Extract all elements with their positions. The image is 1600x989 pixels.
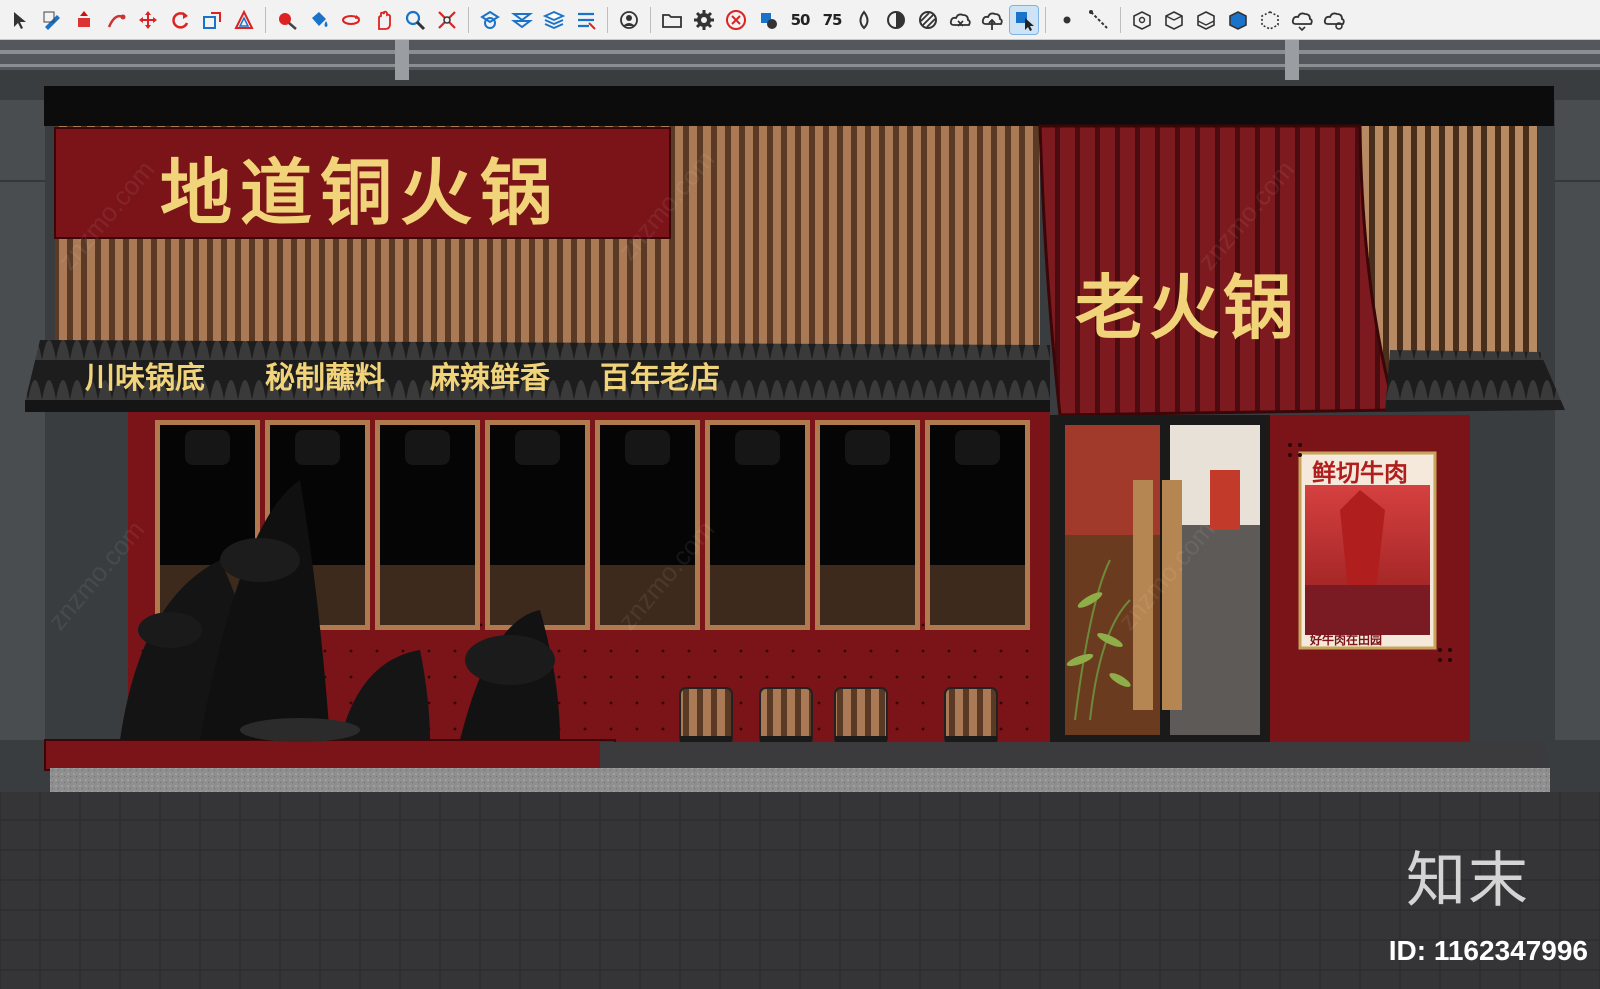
toolbar-separator xyxy=(1045,6,1046,33)
viewport-3d[interactable]: 地道铜火锅 老火锅 川味锅底 秘制蘸料 麻辣鲜香 百年老店 鲜切牛肉 好牛肉在田… xyxy=(0,40,1600,989)
user-dropdown-icon[interactable] xyxy=(615,6,643,34)
cloud-upload-icon[interactable] xyxy=(978,6,1006,34)
contrast-icon[interactable] xyxy=(882,6,910,34)
right-roof-eave xyxy=(1385,350,1565,412)
layer-icon[interactable] xyxy=(476,6,504,34)
offset-icon[interactable] xyxy=(230,6,258,34)
view-back-icon[interactable] xyxy=(1256,6,1284,34)
toolbar-separator xyxy=(468,6,469,33)
zoom-50-label: 50 xyxy=(790,10,811,29)
toolbar-separator xyxy=(607,6,608,33)
toolbar: 50 75 xyxy=(0,0,1600,40)
hatch-icon[interactable] xyxy=(914,6,942,34)
point-icon[interactable] xyxy=(1053,6,1081,34)
slogan-text: 麻辣鲜香 xyxy=(430,361,550,396)
wooden-barrel-stool xyxy=(944,687,998,745)
folder-icon[interactable] xyxy=(658,6,686,34)
zoom-75-icon[interactable]: 75 xyxy=(818,6,846,34)
toolbar-separator xyxy=(650,6,651,33)
view-top-icon[interactable] xyxy=(1160,6,1188,34)
zoom-50-icon[interactable]: 50 xyxy=(786,6,814,34)
dashed-line-icon[interactable] xyxy=(1085,6,1113,34)
draw-dropdown-icon[interactable] xyxy=(38,6,66,34)
cloud-x-icon[interactable] xyxy=(946,6,974,34)
paver-ground xyxy=(0,792,1600,989)
view-front-icon[interactable] xyxy=(1192,6,1220,34)
poster-title-text: 鲜切牛肉 xyxy=(1312,458,1408,487)
right-wall xyxy=(1555,100,1600,740)
slogan-text: 百年老店 xyxy=(600,361,720,396)
move-icon[interactable] xyxy=(134,6,162,34)
planter-box xyxy=(44,739,616,771)
layers-stack-icon[interactable] xyxy=(540,6,568,34)
layers-filter-icon[interactable] xyxy=(572,6,600,34)
render-icon[interactable] xyxy=(754,6,782,34)
wooden-barrel-stool xyxy=(834,687,888,745)
rotate-icon[interactable] xyxy=(166,6,194,34)
pan-icon[interactable] xyxy=(369,6,397,34)
paint-bucket-icon[interactable] xyxy=(305,6,333,34)
poster-footer-text: 好牛肉在田园 xyxy=(1309,632,1382,647)
slogan-text: 秘制蘸料 xyxy=(265,361,385,396)
push-pull-icon[interactable] xyxy=(70,6,98,34)
view-iso-icon[interactable] xyxy=(1128,6,1156,34)
gear-icon[interactable] xyxy=(690,6,718,34)
orbit-icon[interactable] xyxy=(337,6,365,34)
cursor-cube-icon[interactable] xyxy=(1009,4,1039,35)
brand-logo-text: 知末 xyxy=(1406,846,1530,916)
storefront-model: 地道铜火锅 老火锅 川味锅底 秘制蘸料 麻辣鲜香 百年老店 鲜切牛肉 好牛肉在田… xyxy=(0,40,1600,989)
slogan-text: 川味锅底 xyxy=(85,361,205,396)
tape-measure-icon[interactable] xyxy=(273,6,301,34)
wooden-barrel-stool xyxy=(759,687,813,745)
cloud-settings-icon[interactable] xyxy=(1320,6,1348,34)
follow-me-icon[interactable] xyxy=(102,6,130,34)
right-slat-wall xyxy=(1358,126,1538,382)
tile-sign-text: 老火锅 xyxy=(1075,266,1297,349)
toolbar-separator xyxy=(265,6,266,33)
model-id-label: ID: 1162347996 xyxy=(1388,935,1588,966)
zoom-75-label: 75 xyxy=(822,10,843,29)
barrel-group xyxy=(679,687,998,745)
close-circle-icon[interactable] xyxy=(722,6,750,34)
left-wall xyxy=(0,100,45,740)
granite-curb xyxy=(50,768,1550,792)
zoom-extents-icon[interactable] xyxy=(433,6,461,34)
select-dropdown-icon[interactable] xyxy=(6,6,34,34)
wooden-barrel-stool xyxy=(679,687,733,745)
zoom-icon[interactable] xyxy=(401,6,429,34)
main-sign-text: 地道铜火锅 xyxy=(160,150,560,235)
cloud-sync-icon[interactable] xyxy=(1288,6,1316,34)
toolbar-separator xyxy=(1120,6,1121,33)
layers-merge-icon[interactable] xyxy=(508,6,536,34)
view-right-icon[interactable] xyxy=(1224,6,1252,34)
drop-icon[interactable] xyxy=(850,6,878,34)
top-fascia xyxy=(44,86,1554,126)
scale-icon[interactable] xyxy=(198,6,226,34)
